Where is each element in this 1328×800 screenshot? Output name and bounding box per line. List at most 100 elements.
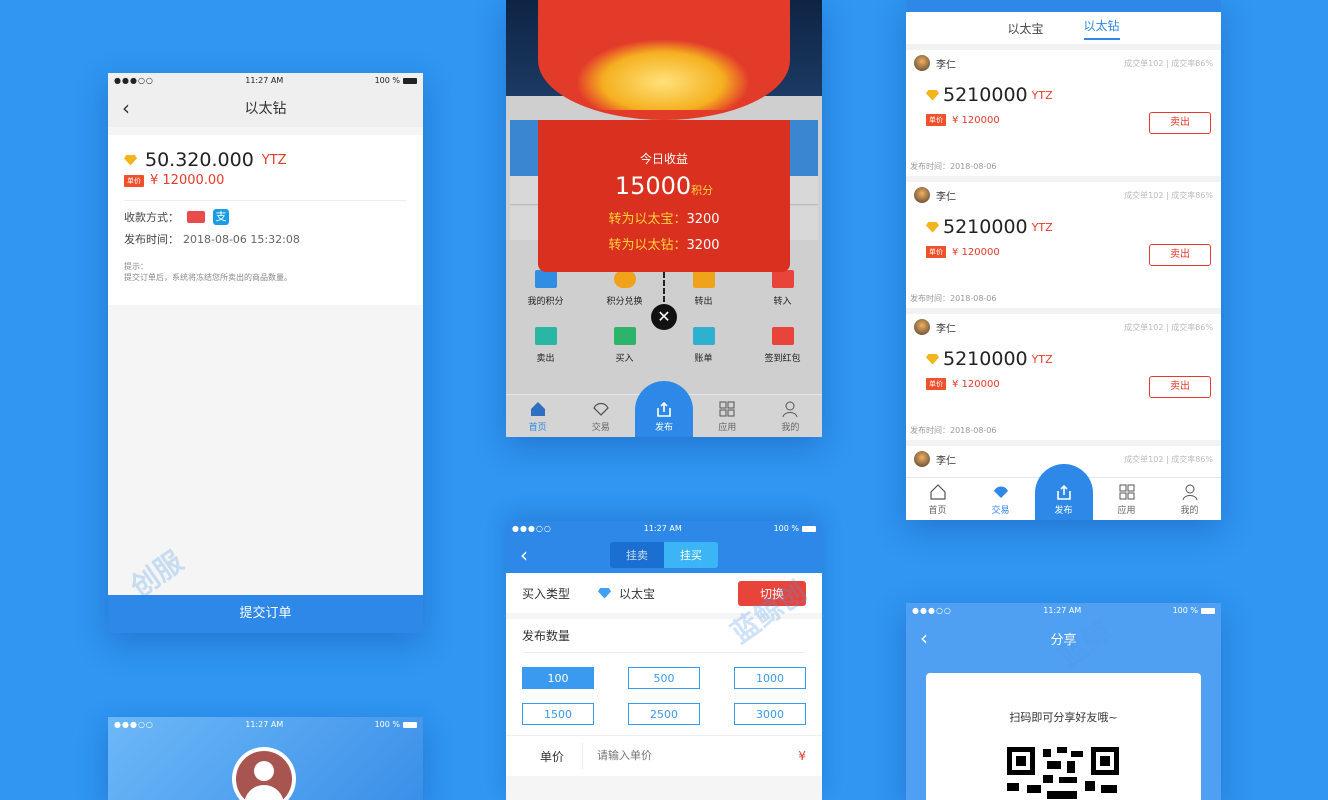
avatar[interactable] (232, 747, 296, 800)
back-icon[interactable]: ‹ (920, 628, 928, 648)
price-tag: 单价 (926, 378, 946, 390)
grid-label: 签到红包 (764, 354, 801, 364)
grid-item[interactable]: 签到红包 (743, 327, 822, 364)
trade-stats: 成交单102 | 成交率86% (1124, 58, 1213, 68)
tab-publish[interactable]: 发布 (632, 381, 695, 437)
grid-item[interactable]: 积分兑换 (585, 270, 664, 307)
buy-type-label: 买入类型 (522, 586, 571, 601)
item-amount: 5210000 (943, 216, 1028, 238)
sell-button[interactable]: 卖出 (1149, 244, 1211, 266)
trade-stats: 成交单102 | 成交率86% (1124, 454, 1213, 464)
item-unit: YTZ (1031, 220, 1053, 234)
tab-publish[interactable]: 发布 (1032, 464, 1095, 520)
tip-title: 提示： (124, 262, 148, 271)
tab-home[interactable]: 首页 (506, 395, 569, 437)
status-time: 11:27 AM (643, 524, 682, 533)
red-packet-icon (771, 327, 794, 345)
item-unit: YTZ (1031, 352, 1053, 366)
back-icon[interactable]: ‹ (122, 98, 130, 118)
grid-item[interactable]: 卖出 (506, 327, 585, 364)
tab-me[interactable]: 我的 (1158, 478, 1221, 520)
tab-trade[interactable]: 交易 (569, 395, 632, 437)
buy-type-row: 买入类型 以太宝 切换 (506, 573, 822, 613)
tab-bar: 首页 交易 发布 应用 我的 (906, 464, 1221, 520)
qty-option[interactable]: 2500 (628, 703, 700, 725)
top-strip (906, 0, 1221, 12)
segment-buy[interactable]: 挂买 (664, 542, 718, 568)
order-price: ¥ 12000.00 (150, 173, 225, 188)
tab-label: 首页 (928, 506, 947, 516)
handshake-icon (593, 402, 609, 416)
bill-icon (692, 327, 715, 345)
switch-button[interactable]: 切换 (737, 580, 806, 606)
qty-option[interactable]: 100 (522, 667, 594, 689)
qty-option[interactable]: 1000 (734, 667, 806, 689)
tab-ytz[interactable]: 以太钻 (1083, 17, 1120, 40)
tab-ytb[interactable]: 以太宝 (1007, 20, 1043, 37)
trade-stats: 成交单102 | 成交率86% (1124, 190, 1213, 200)
back-icon[interactable]: ‹ (520, 545, 528, 565)
tab-apps[interactable]: 应用 (696, 395, 759, 437)
close-icon[interactable]: ✕ (651, 304, 677, 330)
tab-label: 我的 (781, 423, 800, 433)
list-item: 李仁 成交单102 | 成交率86% 5210000 YTZ 单价 ¥ 1200… (906, 182, 1221, 308)
user-name: 李仁 (936, 455, 956, 467)
tab-label: 发布 (655, 423, 674, 433)
grid-icon (1119, 484, 1134, 500)
tab-apps[interactable]: 应用 (1095, 478, 1158, 520)
battery-text: 100 % (773, 524, 799, 533)
list-item: 李仁 成交单102 | 成交率86% 5210000 YTZ 单价 ¥ 1200… (906, 50, 1221, 176)
price-input[interactable] (582, 743, 799, 769)
signal-indicator: ●●●○○ (114, 720, 154, 729)
sell-button[interactable]: 卖出 (1149, 112, 1211, 134)
segment-sell[interactable]: 挂卖 (610, 542, 664, 568)
battery-text: 100 % (374, 720, 400, 729)
page-title: 以太钻 (244, 101, 287, 117)
diamond-icon (926, 353, 939, 365)
tip-text: 提交订单后，系统将冻结您所卖出的商品数量。 (124, 273, 292, 282)
submit-order-button[interactable]: 提交订单 (108, 595, 423, 633)
grid-item[interactable]: 我的积分 (506, 270, 585, 307)
qty-grid: 100 500 1000 1500 2500 3000 (522, 667, 806, 725)
signal-indicator: ●●●○○ (512, 524, 552, 533)
order-unit: YTZ (261, 152, 287, 168)
item-price: ¥ 120000 (952, 114, 1000, 126)
battery-icon (403, 722, 417, 728)
tab-trade[interactable]: 交易 (969, 478, 1032, 520)
publish-date: 发布时间：2018-08-06 (910, 162, 997, 171)
qty-option[interactable]: 1500 (522, 703, 594, 725)
grid-item[interactable]: 买入 (585, 327, 664, 364)
payment-label: 收款方式： (124, 211, 179, 224)
status-bar: ●●●○○ 11:27 AM 100 % (108, 717, 423, 733)
item-amount: 5210000 (943, 348, 1028, 370)
handshake-icon (993, 486, 1008, 498)
status-bar: ●●●○○ 11:27 AM 100 % (906, 603, 1221, 619)
qty-option[interactable]: 500 (628, 667, 700, 689)
publish-time: 2018-08-06 15:32:08 (183, 232, 300, 246)
tab-home[interactable]: 首页 (906, 478, 969, 520)
tab-label: 交易 (991, 506, 1010, 516)
grid-item[interactable]: 转入 (743, 270, 822, 307)
convert-value-1: 3200 (686, 212, 720, 227)
publish-label: 发布时间： (124, 233, 179, 246)
publish-date: 发布时间：2018-08-06 (910, 294, 997, 303)
list-item: 李仁 成交单102 | 成交率86% 5210000 YTZ 单价 ¥ 1200… (906, 314, 1221, 440)
item-amount: 5210000 (943, 84, 1028, 106)
signal-indicator: ●●●○○ (114, 76, 154, 85)
battery-text: 100 % (374, 76, 400, 85)
tab-bar: 首页 交易 发布 应用 我的 (506, 381, 822, 437)
convert-value-2: 3200 (686, 238, 720, 253)
tab-me[interactable]: 我的 (759, 395, 822, 437)
points-icon (534, 270, 557, 288)
qty-option[interactable]: 3000 (734, 703, 806, 725)
price-tag: 单价 (926, 246, 946, 258)
grid-item[interactable]: 账单 (664, 327, 743, 364)
sell-button[interactable]: 卖出 (1149, 376, 1211, 398)
avatar (914, 319, 930, 335)
gold-ingots (578, 40, 748, 110)
share-text: 扫码即可分享好友哦~ (1009, 711, 1118, 724)
bank-card-icon (187, 211, 205, 223)
battery-icon (1201, 608, 1215, 614)
grid-label: 买入 (615, 354, 634, 364)
grid-item[interactable]: 转出 (664, 270, 743, 307)
